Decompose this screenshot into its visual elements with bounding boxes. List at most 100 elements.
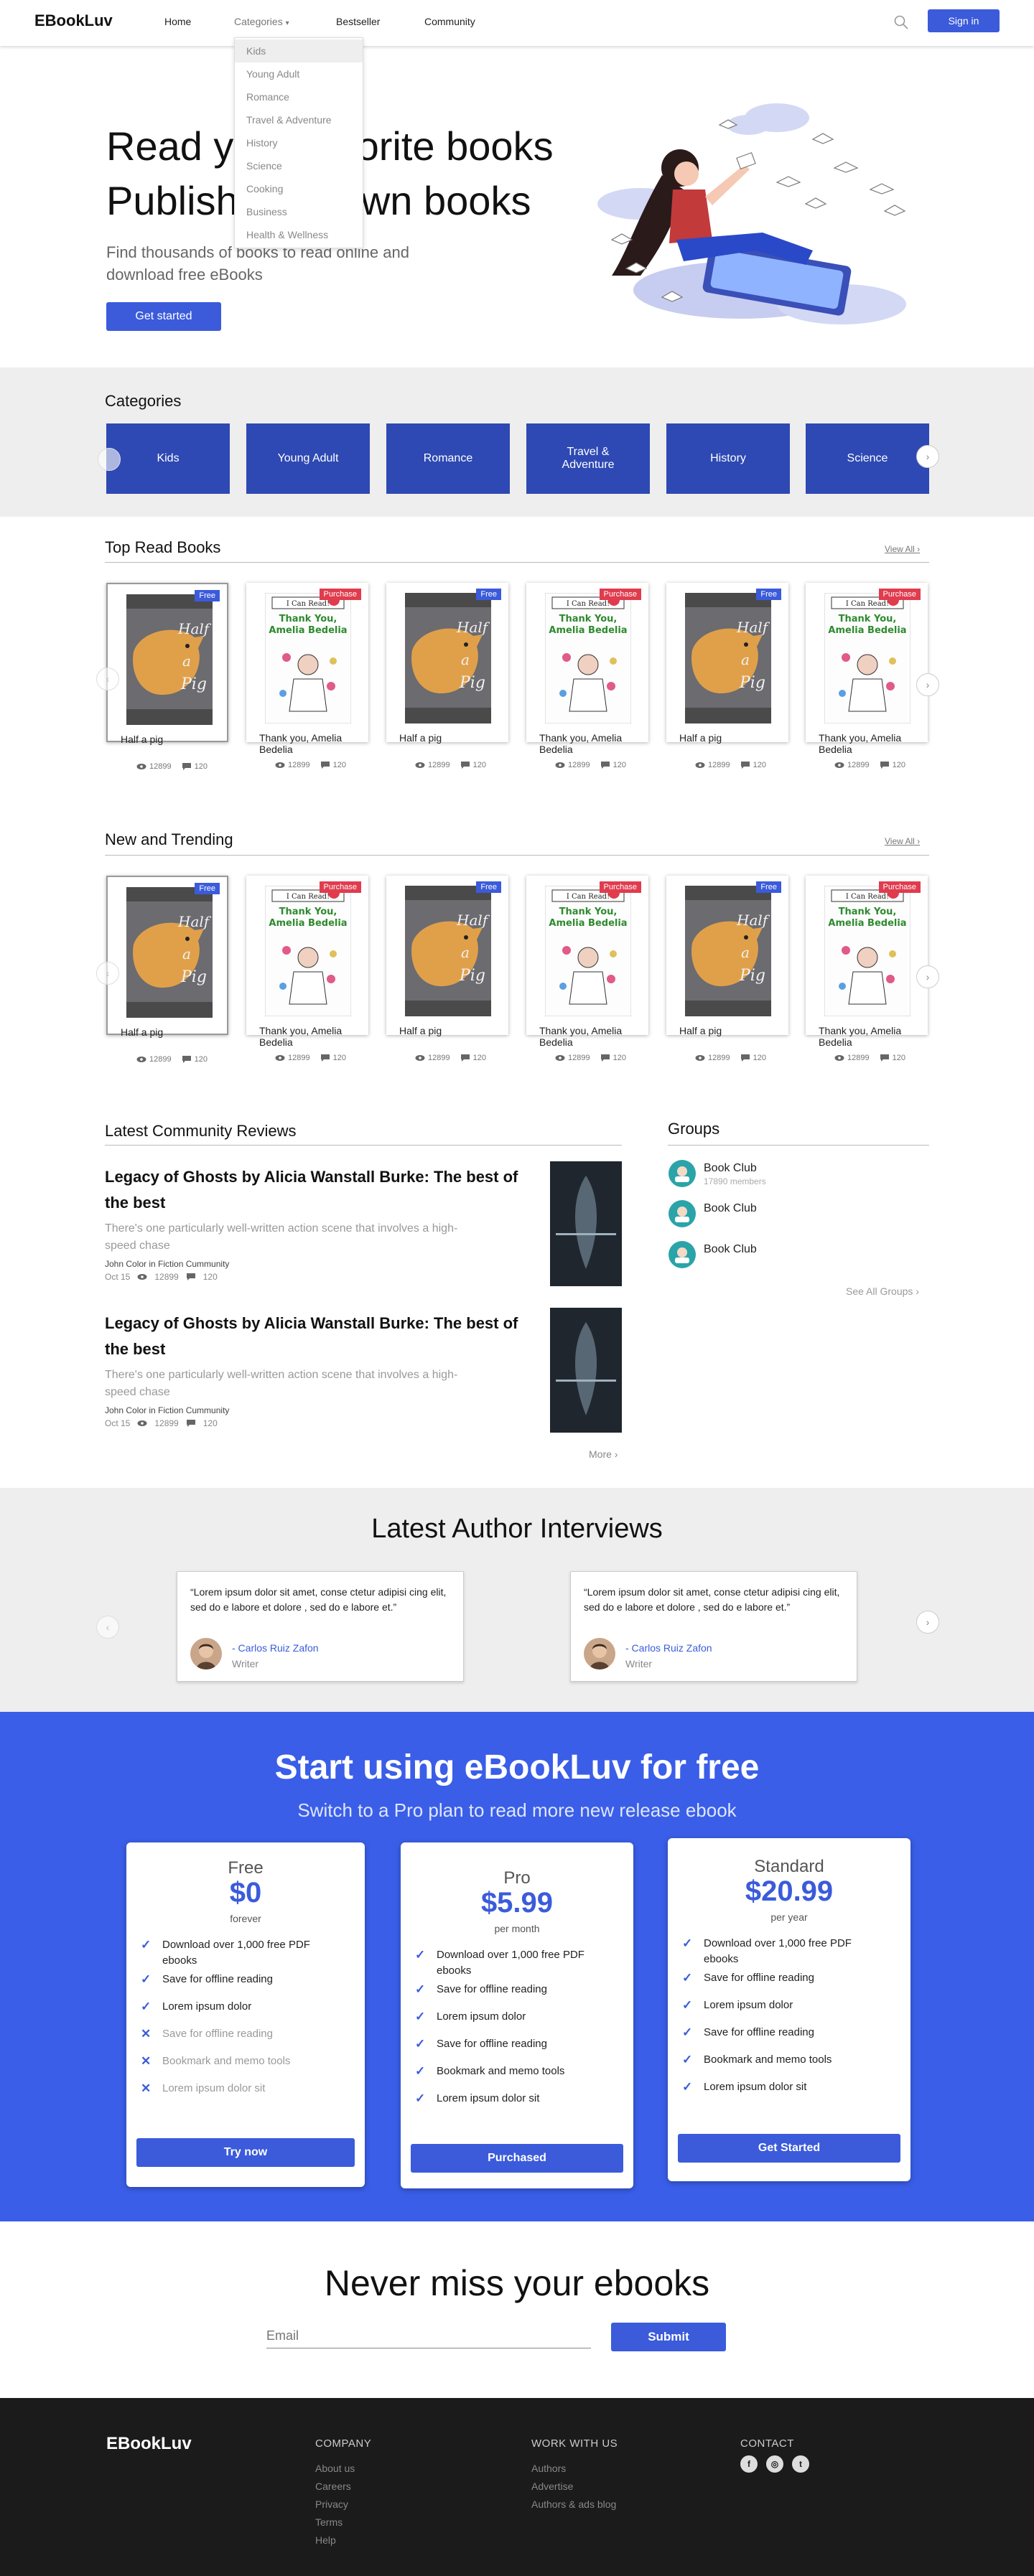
logo[interactable]: EBookLuv	[34, 11, 113, 30]
plan-button[interactable]: Purchased	[411, 2144, 623, 2173]
review-item[interactable]: Legacy of Ghosts by Alicia Wanstall Burk…	[105, 1308, 622, 1440]
interviews-prev-arrow[interactable]: ‹	[96, 1616, 119, 1639]
dropdown-item-science[interactable]: Science	[235, 154, 363, 177]
category-card-young-adult[interactable]: Young Adult	[246, 423, 370, 494]
book-card[interactable]: Purchase I Can Read! Thank You, Amelia Bede…	[526, 583, 648, 769]
book-card[interactable]: Purchase I Can Read! Thank You, Amelia Bede…	[246, 876, 368, 1062]
nav-community[interactable]: Community	[424, 16, 475, 27]
interview-card[interactable]: “Lorem ipsum dolor sit amet, conse ctetu…	[177, 1571, 464, 1682]
category-card-romance[interactable]: Romance	[386, 423, 510, 494]
feature-text: Download over 1,000 free PDF ebooks	[704, 1937, 852, 1965]
book-title: Half a pig	[679, 732, 722, 744]
dropdown-item-business[interactable]: Business	[235, 200, 363, 223]
dropdown-item-romance[interactable]: Romance	[235, 85, 363, 108]
svg-text:Thank You,: Thank You,	[839, 907, 897, 917]
category-card-kids[interactable]: Kids	[106, 423, 230, 494]
book-card[interactable]: Free Half a Pig Half a pig 12899 120	[666, 583, 788, 769]
footer-link-about[interactable]: About us	[315, 2463, 355, 2474]
plan-button[interactable]: Try now	[136, 2138, 355, 2167]
group-item[interactable]: Book Club	[668, 1199, 883, 1231]
nav-bestseller[interactable]: Bestseller	[336, 16, 380, 27]
facebook-icon[interactable]: f	[740, 2455, 758, 2473]
signin-button[interactable]: Sign in	[928, 9, 1000, 32]
book-views: 12899	[847, 1054, 870, 1062]
legacy-of-ghosts-cover[interactable]	[550, 1308, 622, 1433]
book-card[interactable]: Free Half a Pig Half a pig 12899 120	[106, 876, 228, 1064]
svg-text:Half: Half	[736, 912, 770, 929]
group-item[interactable]: Book Club	[668, 1240, 883, 1272]
book-comments: 120	[753, 1054, 766, 1062]
plan-card: Standard $20.99 per year ✓ Download over 1,0…	[668, 1838, 910, 2181]
footer-link-ads-blog[interactable]: Authors & ads blog	[531, 2498, 616, 2510]
plan-button[interactable]: Get Started	[678, 2134, 900, 2163]
top-read-view-all-link[interactable]: View All ›	[885, 544, 920, 554]
feature-text: Download over 1,000 free PDF ebooks	[162, 1939, 310, 1967]
new-trending-prev-arrow[interactable]: ‹	[96, 962, 119, 985]
categories-section: Categories Kids Young Adult Romance Trav…	[0, 367, 1034, 517]
plan-feature: ✓ Download over 1,000 free PDF ebooks	[682, 1936, 883, 1967]
new-trending-next-arrow[interactable]: ›	[916, 965, 939, 988]
book-card[interactable]: Purchase I Can Read! Thank You, Amelia Bede…	[806, 876, 928, 1062]
footer-link-advertise[interactable]: Advertise	[531, 2481, 573, 2492]
eye-icon	[415, 1055, 425, 1061]
review-item[interactable]: Legacy of Ghosts by Alicia Wanstall Burk…	[105, 1161, 622, 1293]
book-card[interactable]: Free Half a Pig Half a pig 12899 120	[386, 876, 508, 1062]
footer-link-authors[interactable]: Authors	[531, 2463, 566, 2474]
book-card[interactable]: Purchase I Can Read! Thank You, Amelia Bede…	[526, 876, 648, 1062]
footer-logo[interactable]: EBookLuv	[106, 2434, 192, 2454]
category-card-science[interactable]: Science	[806, 423, 929, 494]
footer-link-privacy[interactable]: Privacy	[315, 2498, 348, 2510]
plan-feature: ✓ Lorem ipsum dolor sit	[415, 2091, 616, 2107]
email-field[interactable]	[266, 2324, 591, 2348]
book-card[interactable]: Purchase I Can Read! Thank You, Amelia Bede…	[806, 583, 928, 769]
dropdown-item-history[interactable]: History	[235, 131, 363, 154]
footer-link-terms[interactable]: Terms	[315, 2516, 343, 2528]
book-badge: Purchase	[599, 589, 641, 600]
dropdown-item-health-wellness[interactable]: Health & Wellness	[235, 223, 363, 246]
plan-card: Free $0 forever ✓ Download over 1,000 free P…	[126, 1842, 365, 2187]
top-read-next-arrow[interactable]: ›	[916, 673, 939, 696]
twitter-icon[interactable]: t	[792, 2455, 809, 2473]
interview-author-name[interactable]: - Carlos Ruiz Zafon	[232, 1642, 319, 1654]
submit-button[interactable]: Submit	[611, 2323, 726, 2351]
top-read-prev-arrow[interactable]: ‹	[96, 668, 119, 690]
book-badge: Free	[756, 589, 781, 600]
new-trending-view-all-link[interactable]: View All ›	[885, 836, 920, 846]
legacy-of-ghosts-cover[interactable]	[550, 1161, 622, 1286]
category-card-history[interactable]: History	[666, 423, 790, 494]
book-card[interactable]: Purchase I Can Read! Thank You, Amelia Bede…	[246, 583, 368, 769]
book-card[interactable]: Free Half a Pig Half a pig 12899 120	[106, 583, 228, 771]
reviews-more-link[interactable]: More ›	[589, 1448, 618, 1460]
dropdown-item-young-adult[interactable]: Young Adult	[235, 62, 363, 85]
author-avatar	[190, 1638, 222, 1669]
categories-prev-arrow[interactable]: ‹	[98, 448, 121, 471]
feature-text: Bookmark and memo tools	[162, 2055, 291, 2067]
category-card-travel-adventure[interactable]: Travel & Adventure	[526, 423, 650, 494]
book-views: 12899	[568, 761, 590, 769]
review-title[interactable]: Legacy of Ghosts by Alicia Wanstall Burk…	[105, 1311, 528, 1362]
dropdown-item-kids[interactable]: Kids	[235, 39, 363, 62]
review-title[interactable]: Legacy of Ghosts by Alicia Wanstall Burk…	[105, 1164, 528, 1216]
dropdown-item-cooking[interactable]: Cooking	[235, 177, 363, 200]
interview-card[interactable]: “Lorem ipsum dolor sit amet, conse ctetu…	[570, 1571, 857, 1682]
dropdown-item-travel-adventure[interactable]: Travel & Adventure	[235, 108, 363, 131]
see-all-groups-link[interactable]: See All Groups ›	[846, 1285, 919, 1297]
search-icon[interactable]	[893, 14, 909, 30]
footer-link-help[interactable]: Help	[315, 2534, 336, 2546]
half-a-pig-cover: Half a Pig	[685, 886, 771, 1016]
nav-home[interactable]: Home	[164, 16, 191, 27]
book-card[interactable]: Free Half a Pig Half a pig 12899 120	[386, 583, 508, 769]
footer-link-careers[interactable]: Careers	[315, 2481, 351, 2492]
half-a-pig-cover: Half a Pig	[405, 886, 491, 1016]
book-card[interactable]: Free Half a Pig Half a pig 12899 120	[666, 876, 788, 1062]
plan-feature: ✕ Bookmark and memo tools	[141, 2053, 342, 2069]
interview-author-name[interactable]: - Carlos Ruiz Zafon	[625, 1642, 712, 1654]
nav-categories[interactable]: Categories ▾	[234, 16, 289, 27]
get-started-button[interactable]: Get started	[106, 302, 221, 331]
group-item[interactable]: Book Club 17890 members	[668, 1159, 883, 1191]
interviews-next-arrow[interactable]: ›	[916, 1611, 939, 1634]
cross-icon: ✕	[141, 2081, 152, 2095]
instagram-icon[interactable]: ◎	[766, 2455, 783, 2473]
categories-next-arrow[interactable]: ›	[916, 445, 939, 468]
book-views: 12899	[708, 1054, 730, 1062]
